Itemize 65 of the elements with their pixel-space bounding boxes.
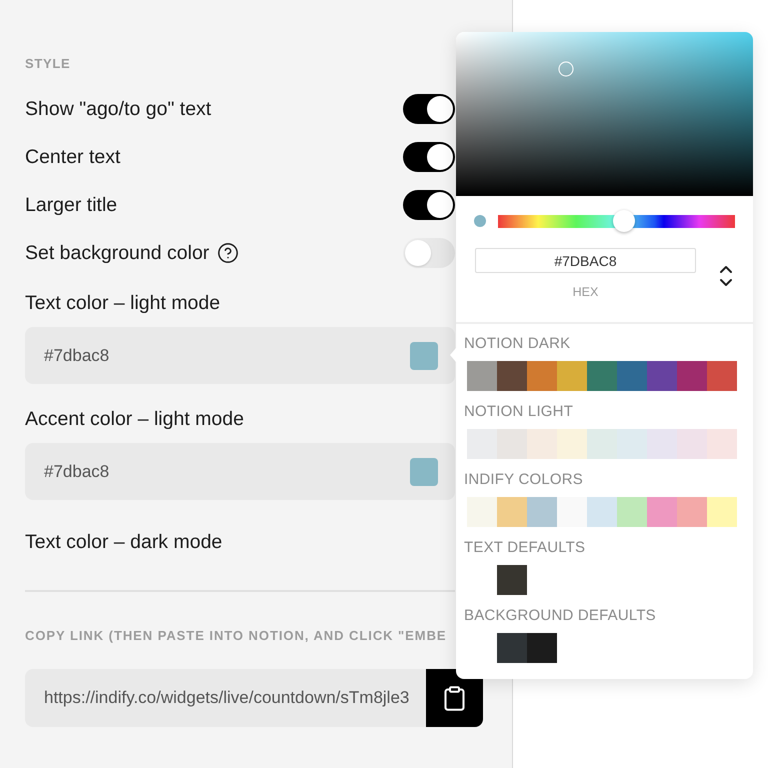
color-swatch[interactable] <box>527 429 557 459</box>
help-icon[interactable] <box>217 242 240 264</box>
setting-label: Larger title <box>25 194 118 216</box>
setting-label: Show "ago/to go" text <box>25 98 212 120</box>
palette-title: NOTION DARK <box>464 336 570 352</box>
toggle-switch[interactable] <box>403 238 455 268</box>
color-swatch-icon[interactable] <box>410 458 438 486</box>
field-label: Text color – light mode <box>25 292 220 315</box>
color-swatch[interactable] <box>707 361 737 391</box>
color-value: #7dbac8 <box>44 462 110 482</box>
field-label: Text color – dark mode <box>25 531 222 554</box>
color-swatch[interactable] <box>677 429 707 459</box>
section-heading: STYLE <box>25 55 70 73</box>
slider-thumb[interactable] <box>612 210 635 232</box>
color-swatch[interactable] <box>647 429 677 459</box>
color-swatch[interactable] <box>497 565 527 595</box>
saturation-brightness-area[interactable] <box>456 32 753 196</box>
format-switch-button[interactable] <box>719 265 733 287</box>
color-swatch[interactable] <box>557 429 587 459</box>
color-swatch[interactable] <box>467 429 497 459</box>
color-swatch[interactable] <box>497 361 527 391</box>
link-field[interactable]: https://indify.co/widgets/live/countdown/sTm8jle3 <box>25 669 426 727</box>
link-url: https://indify.co/widgets/live/countdown/sTm8jle3 <box>44 688 410 708</box>
color-swatch[interactable] <box>617 429 647 459</box>
toggle-switch[interactable] <box>403 142 455 172</box>
color-swatch[interactable] <box>587 429 617 459</box>
palette-title: NOTION LIGHT <box>464 404 574 420</box>
hex-input-field[interactable]: #7DBAC8 <box>475 248 696 273</box>
color-swatch[interactable] <box>527 497 557 527</box>
color-input-field[interactable]: #7dbac8 <box>25 443 455 500</box>
color-swatch[interactable] <box>557 497 587 527</box>
setting-label: Center text <box>25 146 120 168</box>
setting-label: Set background color <box>25 242 210 264</box>
palette-title: TEXT DEFAULTS <box>464 540 586 556</box>
section-heading: COPY LINK (THEN PASTE INTO NOTION, AND CLICK "EMBE <box>25 627 447 645</box>
color-swatch[interactable] <box>497 429 527 459</box>
color-swatch[interactable] <box>677 361 707 391</box>
color-swatch[interactable] <box>557 361 587 391</box>
color-swatch[interactable] <box>497 497 527 527</box>
color-swatch[interactable] <box>497 633 527 663</box>
color-swatch[interactable] <box>647 361 677 391</box>
color-swatch[interactable] <box>527 633 557 663</box>
color-swatch[interactable] <box>527 361 557 391</box>
chevrons-up-down-icon <box>719 265 733 287</box>
format-label: HEX <box>572 284 598 300</box>
copy-button[interactable] <box>426 669 483 727</box>
color-swatch[interactable] <box>707 429 737 459</box>
toggle-switch[interactable] <box>403 190 455 220</box>
color-swatch[interactable] <box>677 497 707 527</box>
color-swatch-icon[interactable] <box>410 342 438 370</box>
color-swatch[interactable] <box>587 497 617 527</box>
field-label: Accent color – light mode <box>25 408 244 431</box>
color-swatch[interactable] <box>647 497 677 527</box>
toggle-switch[interactable] <box>403 94 455 124</box>
color-swatch[interactable] <box>617 361 647 391</box>
palette-title: BACKGROUND DEFAULTS <box>464 608 656 624</box>
color-marker-icon[interactable] <box>558 62 574 77</box>
color-input-field[interactable]: #7dbac8 <box>25 327 455 384</box>
color-swatch[interactable] <box>587 361 617 391</box>
color-swatch[interactable] <box>707 497 737 527</box>
color-swatch[interactable] <box>467 497 497 527</box>
palette-title: INDIFY COLORS <box>464 472 584 488</box>
color-value: #7dbac8 <box>44 346 110 366</box>
color-swatch[interactable] <box>467 361 497 391</box>
color-swatch[interactable] <box>617 497 647 527</box>
